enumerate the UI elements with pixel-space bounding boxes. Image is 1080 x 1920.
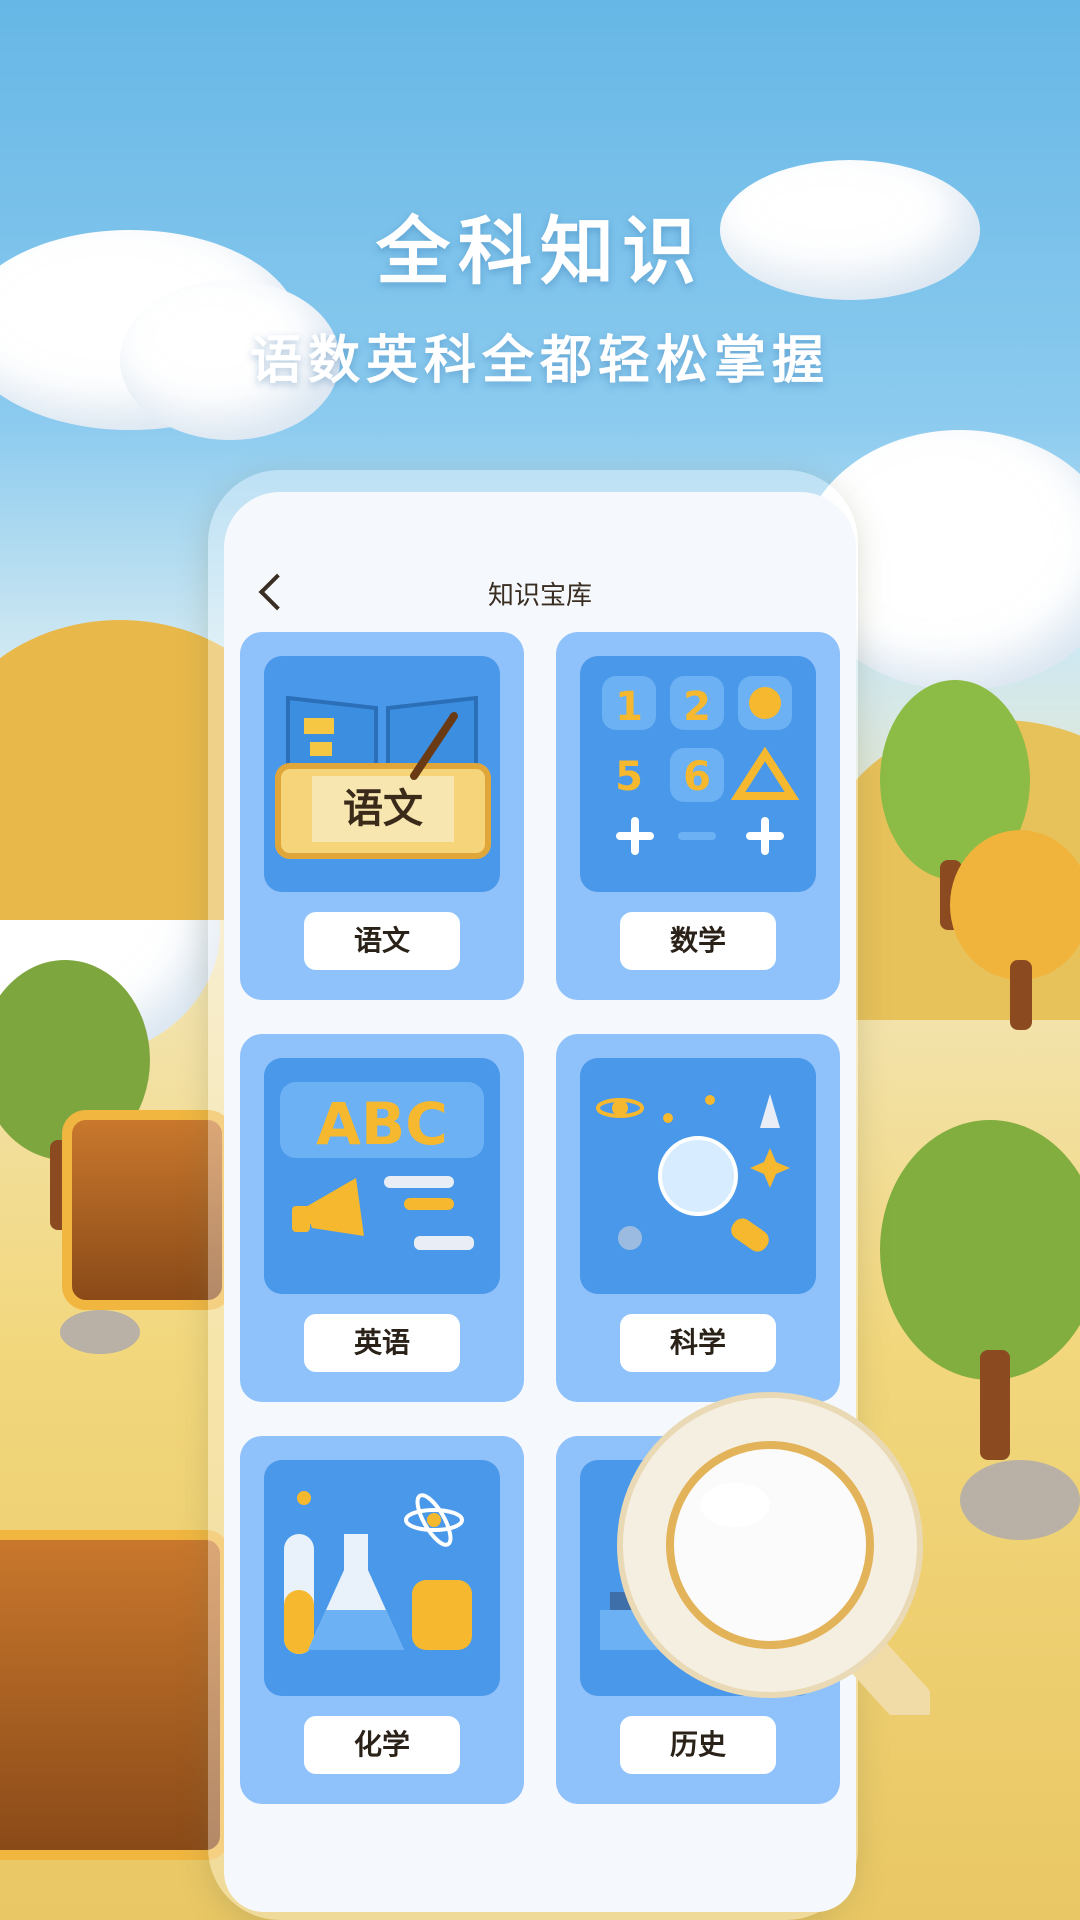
magnifying-glass-icon [617, 1392, 930, 1715]
treasure-chest-bottom [0, 1530, 230, 1860]
math-art: 1 2 5 6 [580, 656, 816, 892]
subject-card-chemistry[interactable]: 化学 [240, 1436, 524, 1804]
english-art-text: ABC [316, 1090, 448, 1158]
rock [60, 1310, 140, 1354]
orange-tree-trunk [1010, 960, 1032, 1030]
chemistry-art [264, 1460, 500, 1696]
page-title: 知识宝库 [487, 581, 592, 611]
subject-label-chemistry: 化学 [304, 1716, 460, 1774]
treasure-chest-left [62, 1110, 232, 1310]
open-book-scroll-icon: 语文 [275, 695, 491, 859]
planet-rocket-icon [596, 1094, 790, 1252]
rock-right [960, 1460, 1080, 1540]
nav-bar: 知识宝库 [224, 565, 856, 625]
subject-label-math: 数学 [620, 912, 776, 970]
science-art [580, 1058, 816, 1294]
promo-title: 全科知识 [376, 209, 704, 295]
math-digit-2: 2 [683, 684, 711, 730]
subject-card-chinese[interactable]: 语文 语文 [240, 632, 524, 1000]
subject-card-science[interactable]: 科学 [556, 1034, 840, 1402]
subject-card-english[interactable]: ABC 英语 [240, 1034, 524, 1402]
subject-label-history: 历史 [620, 1716, 776, 1774]
subject-label-science: 科学 [620, 1314, 776, 1372]
tree-right-lower-trunk [980, 1350, 1010, 1460]
subject-card-math[interactable]: 1 2 5 6 数学 [556, 632, 840, 1000]
numbers-icon: 1 2 5 6 [602, 676, 800, 855]
tree-right-lower [880, 1120, 1080, 1380]
math-digit-5: 5 [615, 754, 643, 800]
orange-tree-right [950, 830, 1080, 980]
promo-subtitle: 语数英科全都轻松掌握 [249, 331, 830, 391]
test-tubes-icon [284, 1491, 472, 1654]
subject-label-chinese: 语文 [304, 912, 460, 970]
chinese-art-text: 语文 [343, 785, 423, 832]
chinese-art: 语文 [264, 656, 500, 892]
math-digit-6: 6 [683, 754, 711, 800]
abc-megaphone-icon: ABC [280, 1082, 484, 1250]
subject-label-english: 英语 [304, 1314, 460, 1372]
english-art: ABC [264, 1058, 500, 1294]
math-digit-1: 1 [615, 684, 643, 730]
